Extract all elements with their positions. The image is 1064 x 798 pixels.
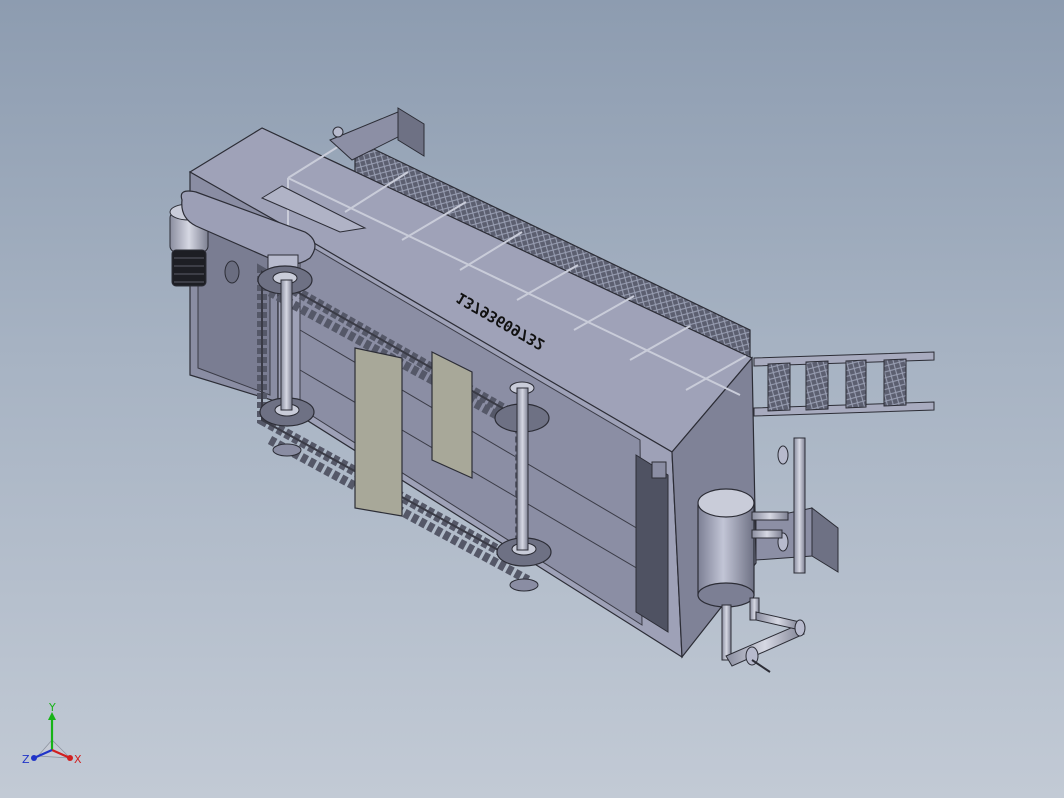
bearing-left — [272, 443, 302, 457]
z-axis-tip — [31, 755, 37, 761]
riser-flange-top — [777, 445, 789, 465]
scraper-plate-2 — [431, 351, 473, 479]
view-orientation-triad[interactable]: Y X Z — [18, 700, 88, 770]
end-panel-bracket — [651, 461, 667, 479]
right-riser-pipe — [793, 437, 806, 574]
shaft-left — [280, 279, 293, 411]
inlet-valve — [332, 126, 344, 138]
y-axis-label: Y — [48, 701, 56, 714]
access-ladder — [753, 351, 935, 417]
pressure-tank — [697, 488, 789, 661]
shaft-right — [516, 387, 529, 551]
x-axis-label: X — [74, 753, 82, 766]
inlet-flange — [397, 107, 425, 157]
machine-model[interactable]: 13793609732 — [169, 107, 935, 673]
z-axis-label: Z — [22, 753, 30, 766]
3d-viewport[interactable]: 13793609732 — [0, 0, 1064, 798]
outlet-flange — [811, 506, 839, 573]
end-panel — [635, 454, 669, 633]
drain-pipework — [725, 611, 806, 673]
x-axis-tip — [67, 755, 73, 761]
drain-port — [224, 260, 240, 284]
scraper-plate-1 — [354, 347, 403, 517]
